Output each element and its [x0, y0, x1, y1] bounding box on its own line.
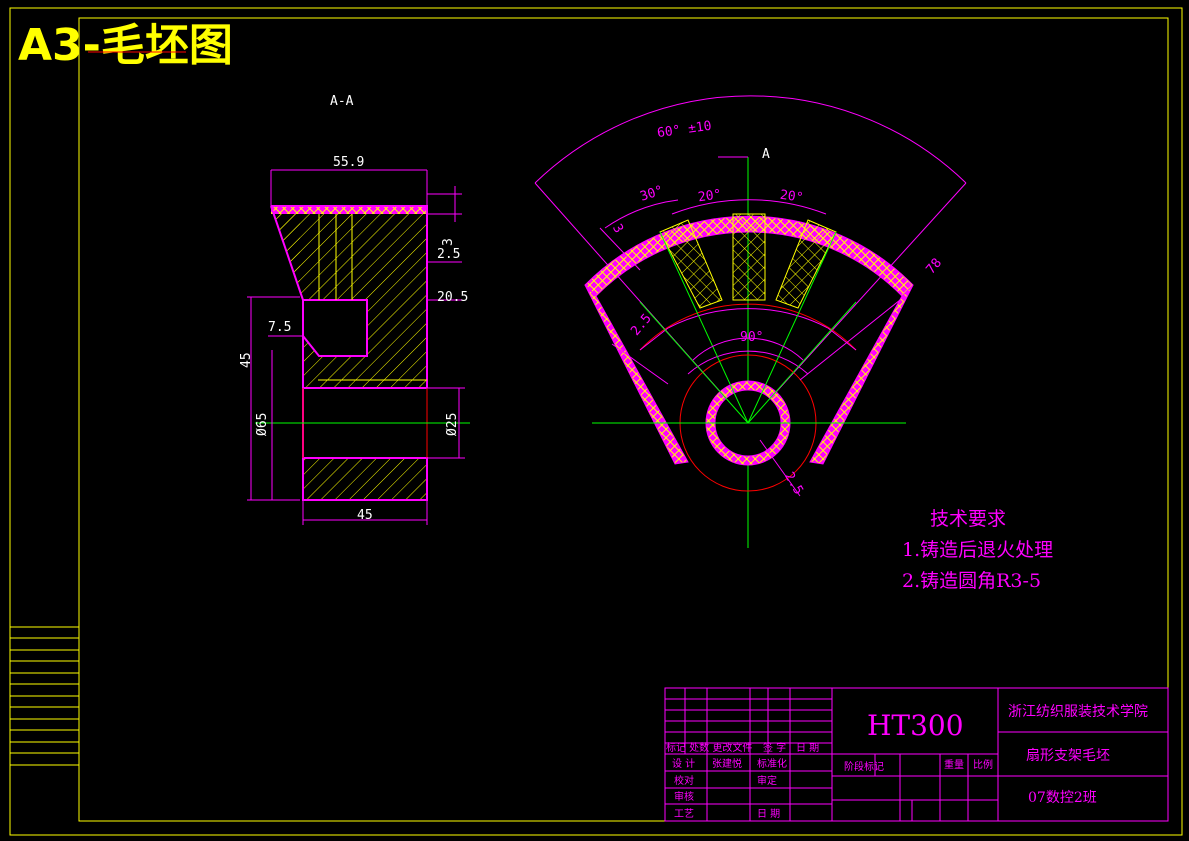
- tb-scale: 比例: [973, 758, 993, 771]
- tb-standard: 标准化: [757, 757, 787, 770]
- tb-date: 日 期: [757, 808, 780, 820]
- dim-angle-30: 30°: [638, 183, 665, 205]
- title-block: 标记 处数 更改文件 签 字 日 期 设 计 张建悦 标准化 校对 审定 审核 …: [664, 687, 1169, 822]
- dim-angle-20a: 20°: [697, 187, 722, 205]
- dim-bottom-width: 45: [357, 508, 373, 523]
- tech-notes: 技术要求 1.铸造后退火处理 2.铸造圆角R3-5: [902, 508, 1053, 592]
- notes-item-1: 1.铸造后退火处理: [902, 539, 1053, 561]
- tb-row-change: 标记 处数 更改文件: [666, 741, 752, 754]
- drawing-title: A3-毛坯图: [18, 20, 233, 71]
- dim-hub-2-5: 2.5: [781, 470, 806, 498]
- section-view: A-A 55.9 3 2.5 20.5 7.5 45 Ø65 Ø25 45: [239, 94, 470, 525]
- dim-left-step: 7.5: [268, 320, 291, 335]
- dim-wall-2-5: 2.5: [628, 311, 655, 339]
- dim-right-78: 78: [923, 256, 945, 278]
- notes-heading: 技术要求: [930, 508, 1006, 530]
- dim-top-small: 3: [441, 238, 456, 246]
- drawing-sheet: A3-毛坯图 A-A 55.9 3 2.5 20.5 7.5 45 Ø65 Ø2…: [9, 7, 1183, 836]
- tb-designer: 张建悦: [712, 757, 742, 770]
- dim-angle-20b: 20°: [779, 188, 804, 206]
- view-label: A: [762, 147, 770, 162]
- tb-audit: 审核: [674, 790, 694, 803]
- dim-right-2: 20.5: [437, 290, 468, 305]
- tb-stage-mark: 阶段标记: [844, 760, 884, 773]
- tb-proof: 校对: [674, 774, 694, 787]
- tb-weight: 重量: [944, 758, 964, 771]
- tb-review: 审定: [757, 774, 777, 787]
- tb-material: HT300: [867, 709, 964, 742]
- margin-strip: [10, 626, 79, 766]
- tb-date-header: 日 期: [796, 742, 819, 754]
- tb-part-name: 扇形支架毛坯: [1026, 748, 1110, 764]
- section-body-lower: [303, 458, 427, 500]
- tb-school: 浙江纺织服装技术学院: [1008, 704, 1148, 720]
- tb-process: 工艺: [674, 808, 694, 820]
- dim-dia-25: Ø25: [445, 413, 460, 436]
- tb-design: 设 计: [672, 757, 695, 770]
- section-label: A-A: [330, 94, 354, 109]
- tb-class-name: 07数控2班: [1028, 790, 1097, 806]
- dim-outer-angle: 60° ±10: [656, 119, 712, 141]
- sheet-frame: [9, 7, 1183, 836]
- dim-dia-65: Ø65: [255, 413, 270, 436]
- dim-angle-90: 90°: [740, 330, 763, 345]
- rib-center: [732, 213, 766, 301]
- dim-height-45: 45: [239, 352, 254, 368]
- tb-sign: 签 字: [763, 741, 786, 754]
- dim-right-1: 2.5: [437, 247, 460, 262]
- dim-top-width: 55.9: [333, 155, 364, 170]
- fan-view: 60° ±10 A 30° 20° 20° 90° 3 2.5 78 2.5: [534, 95, 967, 548]
- notes-item-2: 2.铸造圆角R3-5: [902, 570, 1041, 592]
